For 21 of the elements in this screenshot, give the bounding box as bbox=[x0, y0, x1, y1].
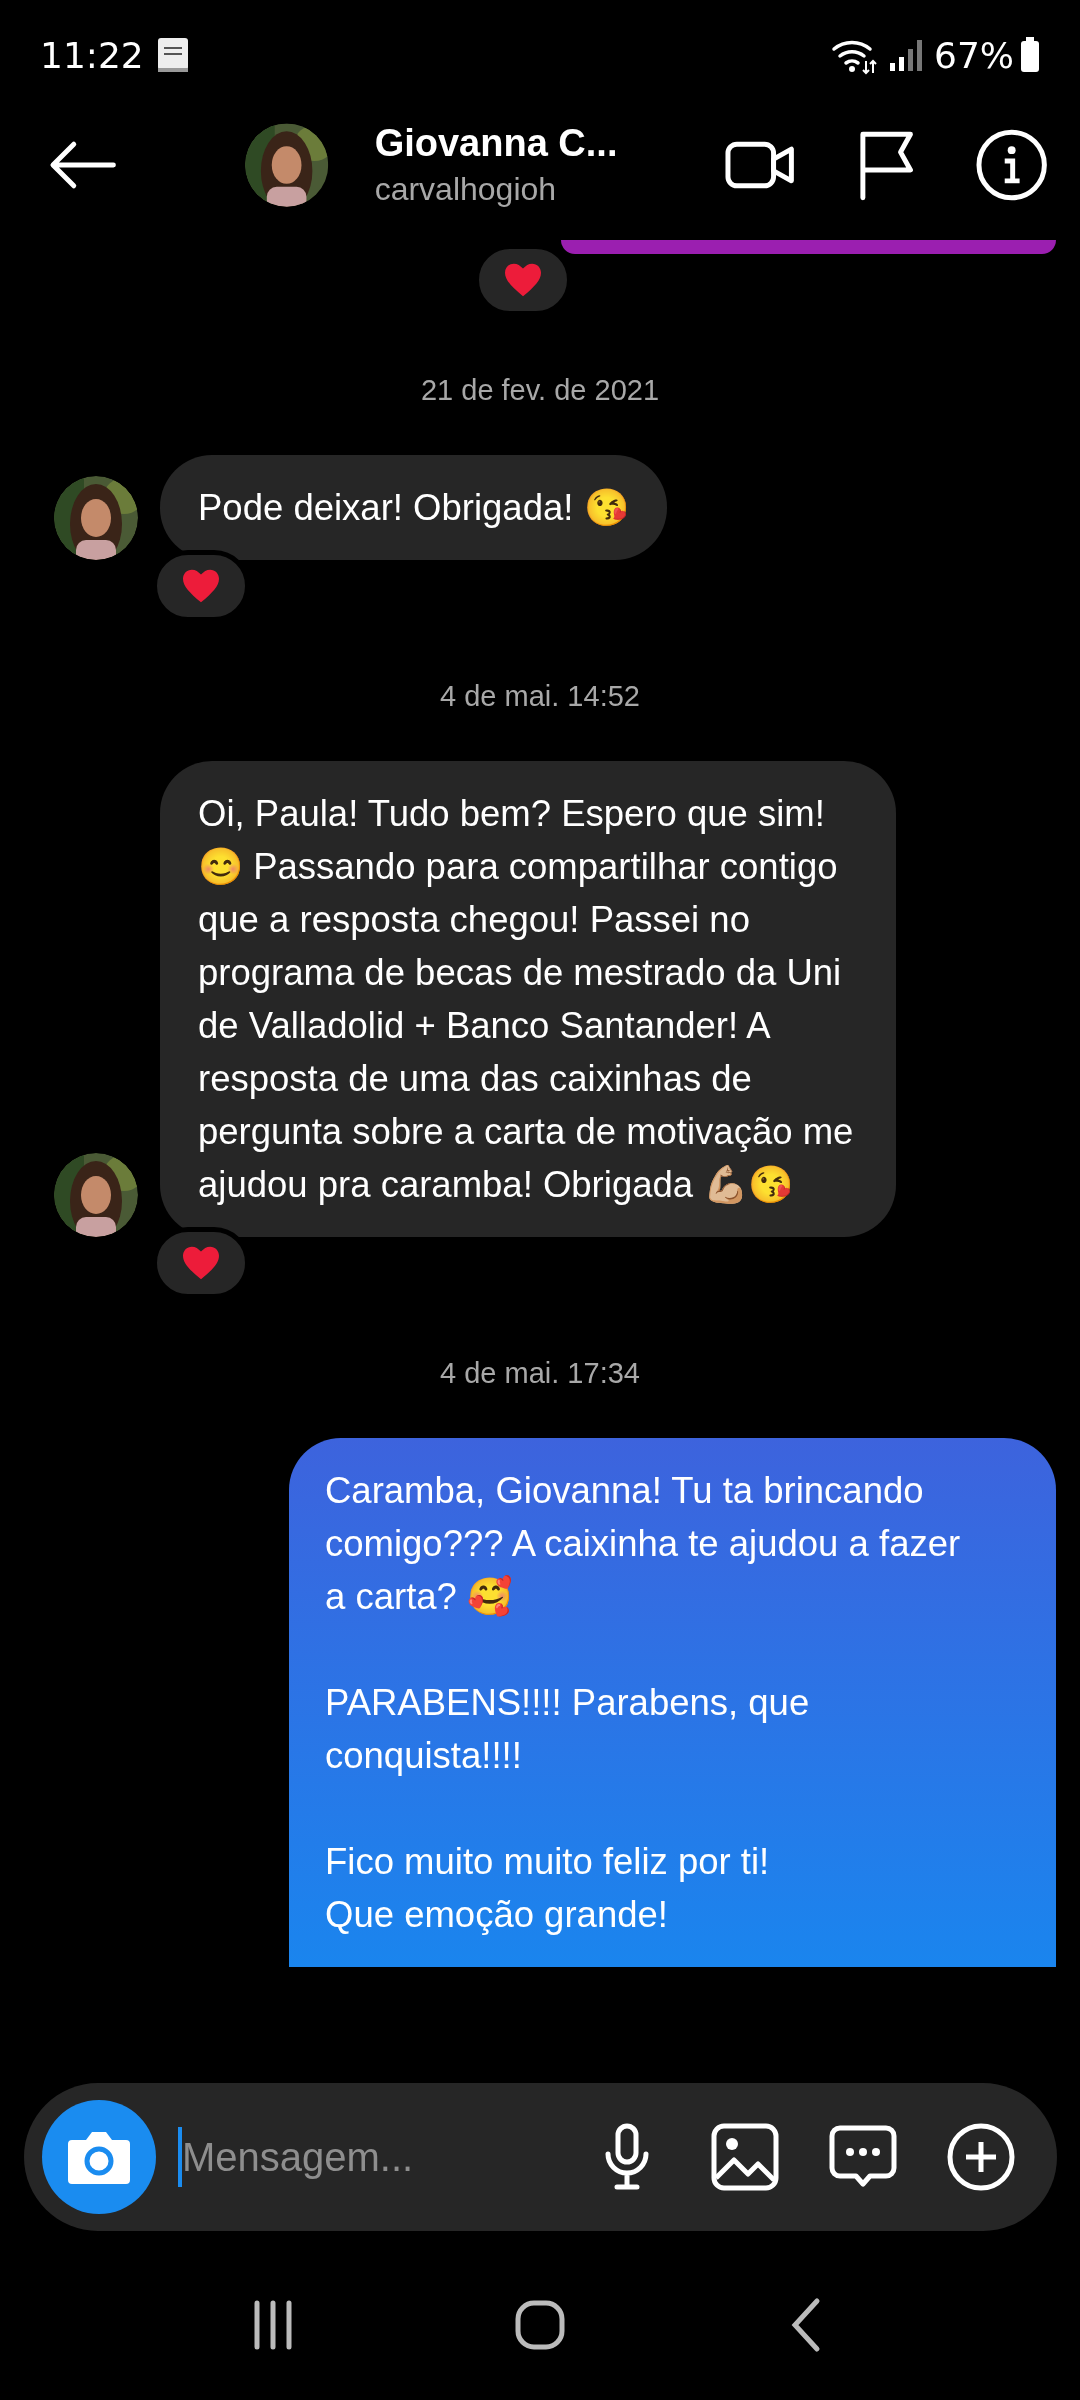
book-icon bbox=[155, 36, 190, 74]
info-icon[interactable] bbox=[974, 128, 1048, 202]
battery-percent: 67% bbox=[934, 34, 1014, 76]
message-bubble[interactable]: Caramba, Giovanna! Tu ta brincando comigo??? A caixinha te ajudou a fazer a carta? 🥰 PARABENS!!!! Parabens, que conquista!!!! Fico muito muito feliz por ti! Que emoção grande! bbox=[289, 1438, 1056, 1967]
date-label: 21 de fev. de 2021 bbox=[420, 374, 660, 407]
contact-username: carvalhogioh bbox=[374, 171, 558, 208]
date-label: 4 de mai. 14:52 bbox=[440, 680, 640, 713]
status-time: 11:22 bbox=[40, 34, 144, 76]
heart-icon bbox=[181, 568, 221, 604]
message-field[interactable]: Mensagem... bbox=[178, 2127, 562, 2187]
image-icon[interactable] bbox=[710, 2122, 780, 2192]
contact-name[interactable]: Giovanna C... bbox=[374, 122, 672, 165]
heart-icon bbox=[181, 1245, 221, 1281]
heart-icon bbox=[503, 262, 543, 298]
back-icon[interactable] bbox=[48, 140, 118, 190]
signal-icon bbox=[888, 37, 924, 73]
battery-icon bbox=[1020, 37, 1040, 73]
plus-icon[interactable] bbox=[946, 2122, 1016, 2192]
date-label: 4 de mai. 17:34 bbox=[440, 1357, 640, 1390]
message-bubble[interactable]: Pode deixar! Obrigada! 😘 bbox=[160, 455, 667, 560]
message-bubble[interactable]: Oi, Paula! Tudo bem? Espero que sim! 😊 Passando para compartilhar contigo que a resposta chegou! Passei no programa de becas de mestrado da Uni de Valladolid + Banco Santander! A resposta de uma das caixinhas de pergunta sobre a carta de motivação me ajudou pra caramba! Obrigada 💪🏼😘 bbox=[160, 761, 896, 1237]
